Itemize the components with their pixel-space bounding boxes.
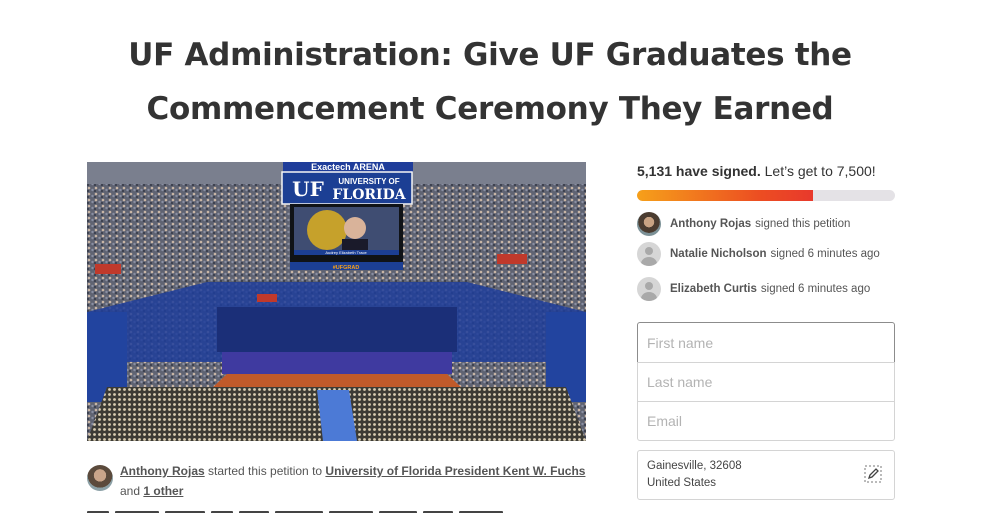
- screen-caption: Audrey Elizabeth Trace: [325, 250, 367, 255]
- signer-avatar: [637, 212, 661, 236]
- recent-signer: Elizabeth Curtis signed 6 minutes ago: [637, 277, 870, 301]
- starter-avatar: [87, 465, 113, 491]
- petition-title: UF Administration: Give UF Graduates the…: [0, 28, 980, 136]
- signer-name: Elizabeth Curtis: [670, 283, 757, 295]
- recent-signer: Anthony Rojas signed this petition: [637, 212, 850, 236]
- location-country: United States: [647, 477, 717, 489]
- signature-count: 5,131 have signed. Let’s get to 7,500!: [637, 163, 876, 179]
- edit-pencil-icon[interactable]: [864, 465, 882, 483]
- starter-name-link[interactable]: Anthony Rojas: [120, 464, 205, 478]
- petition-title-line-2: Commencement Ceremony They Earned: [146, 91, 834, 127]
- recent-signer: Natalie Nicholson signed 6 minutes ago: [637, 242, 880, 266]
- default-avatar-icon: [637, 277, 661, 301]
- first-name-input[interactable]: [637, 322, 895, 363]
- scoreboard-florida: FLORIDA: [332, 187, 406, 203]
- arena-sign: Exactech ARENA: [311, 162, 385, 172]
- other-decision-makers-link[interactable]: 1 other: [143, 484, 183, 498]
- petition-hero-image: Exactech ARENA UF UNIVERSITY OF FLORIDA …: [87, 162, 586, 441]
- signer-name: Natalie Nicholson: [670, 248, 767, 260]
- last-name-input[interactable]: [637, 362, 895, 402]
- petition-title-line-1: UF Administration: Give UF Graduates the: [128, 37, 852, 73]
- screen-hashtag: #UFGRAD: [333, 265, 360, 271]
- starter-text: Anthony Rojas started this petition to U…: [120, 461, 587, 501]
- signer-action: signed this petition: [755, 218, 851, 230]
- starter-and: and: [120, 484, 144, 498]
- location-field[interactable]: Gainesville, 32608 United States: [637, 450, 895, 500]
- petition-starter: Anthony Rojas started this petition to U…: [87, 461, 587, 501]
- signer-action: signed 6 minutes ago: [760, 283, 871, 295]
- email-input[interactable]: [637, 401, 895, 441]
- location-postal: Gainesville, 32608: [647, 460, 742, 472]
- decision-maker-link[interactable]: University of Florida President Kent W. …: [325, 464, 585, 478]
- starter-verb: started this petition to: [204, 464, 326, 478]
- scoreboard-uf: UF: [292, 177, 324, 201]
- default-avatar-icon: [637, 242, 661, 266]
- signature-progress-bar: [637, 190, 895, 201]
- signature-count-number: 5,131 have signed.: [637, 163, 761, 179]
- petition-body-text-clipped: [87, 506, 587, 513]
- signer-action: signed 6 minutes ago: [770, 248, 880, 260]
- signature-goal: Let’s get to 7,500!: [760, 163, 876, 179]
- scoreboard-university: UNIVERSITY OF: [338, 177, 399, 186]
- signer-name: Anthony Rojas: [670, 218, 752, 230]
- signature-progress-fill: [637, 190, 814, 201]
